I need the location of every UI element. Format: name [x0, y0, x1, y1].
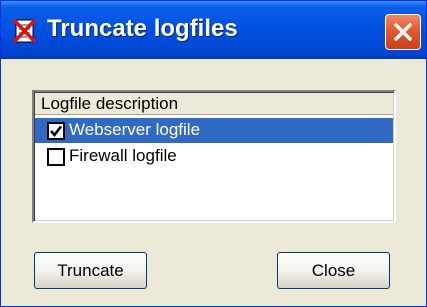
- truncate-button[interactable]: Truncate: [34, 252, 147, 289]
- checkbox-webserver-logfile[interactable]: [47, 122, 65, 140]
- column-header-label: Logfile description: [41, 94, 179, 113]
- window-title: Truncate logfiles: [47, 15, 238, 42]
- checkmark-icon: [50, 125, 63, 138]
- logfile-list[interactable]: Logfile description Webserver logfile Fi…: [32, 90, 396, 223]
- truncate-logfiles-dialog: Truncate logfiles Logfile description We…: [0, 0, 427, 307]
- list-item-label: Webserver logfile: [69, 120, 201, 139]
- close-window-button[interactable]: [385, 14, 421, 50]
- list-item-label: Firewall logfile: [69, 146, 177, 165]
- list-item-firewall-logfile[interactable]: Firewall logfile: [35, 144, 393, 169]
- close-button[interactable]: Close: [277, 252, 390, 289]
- logfile-truncate-icon: [12, 18, 37, 44]
- column-header-logfile-description[interactable]: Logfile description: [35, 93, 393, 115]
- list-item-webserver-logfile[interactable]: Webserver logfile: [35, 118, 393, 143]
- title-bar[interactable]: Truncate logfiles: [1, 1, 426, 59]
- checkbox-firewall-logfile[interactable]: [47, 148, 65, 166]
